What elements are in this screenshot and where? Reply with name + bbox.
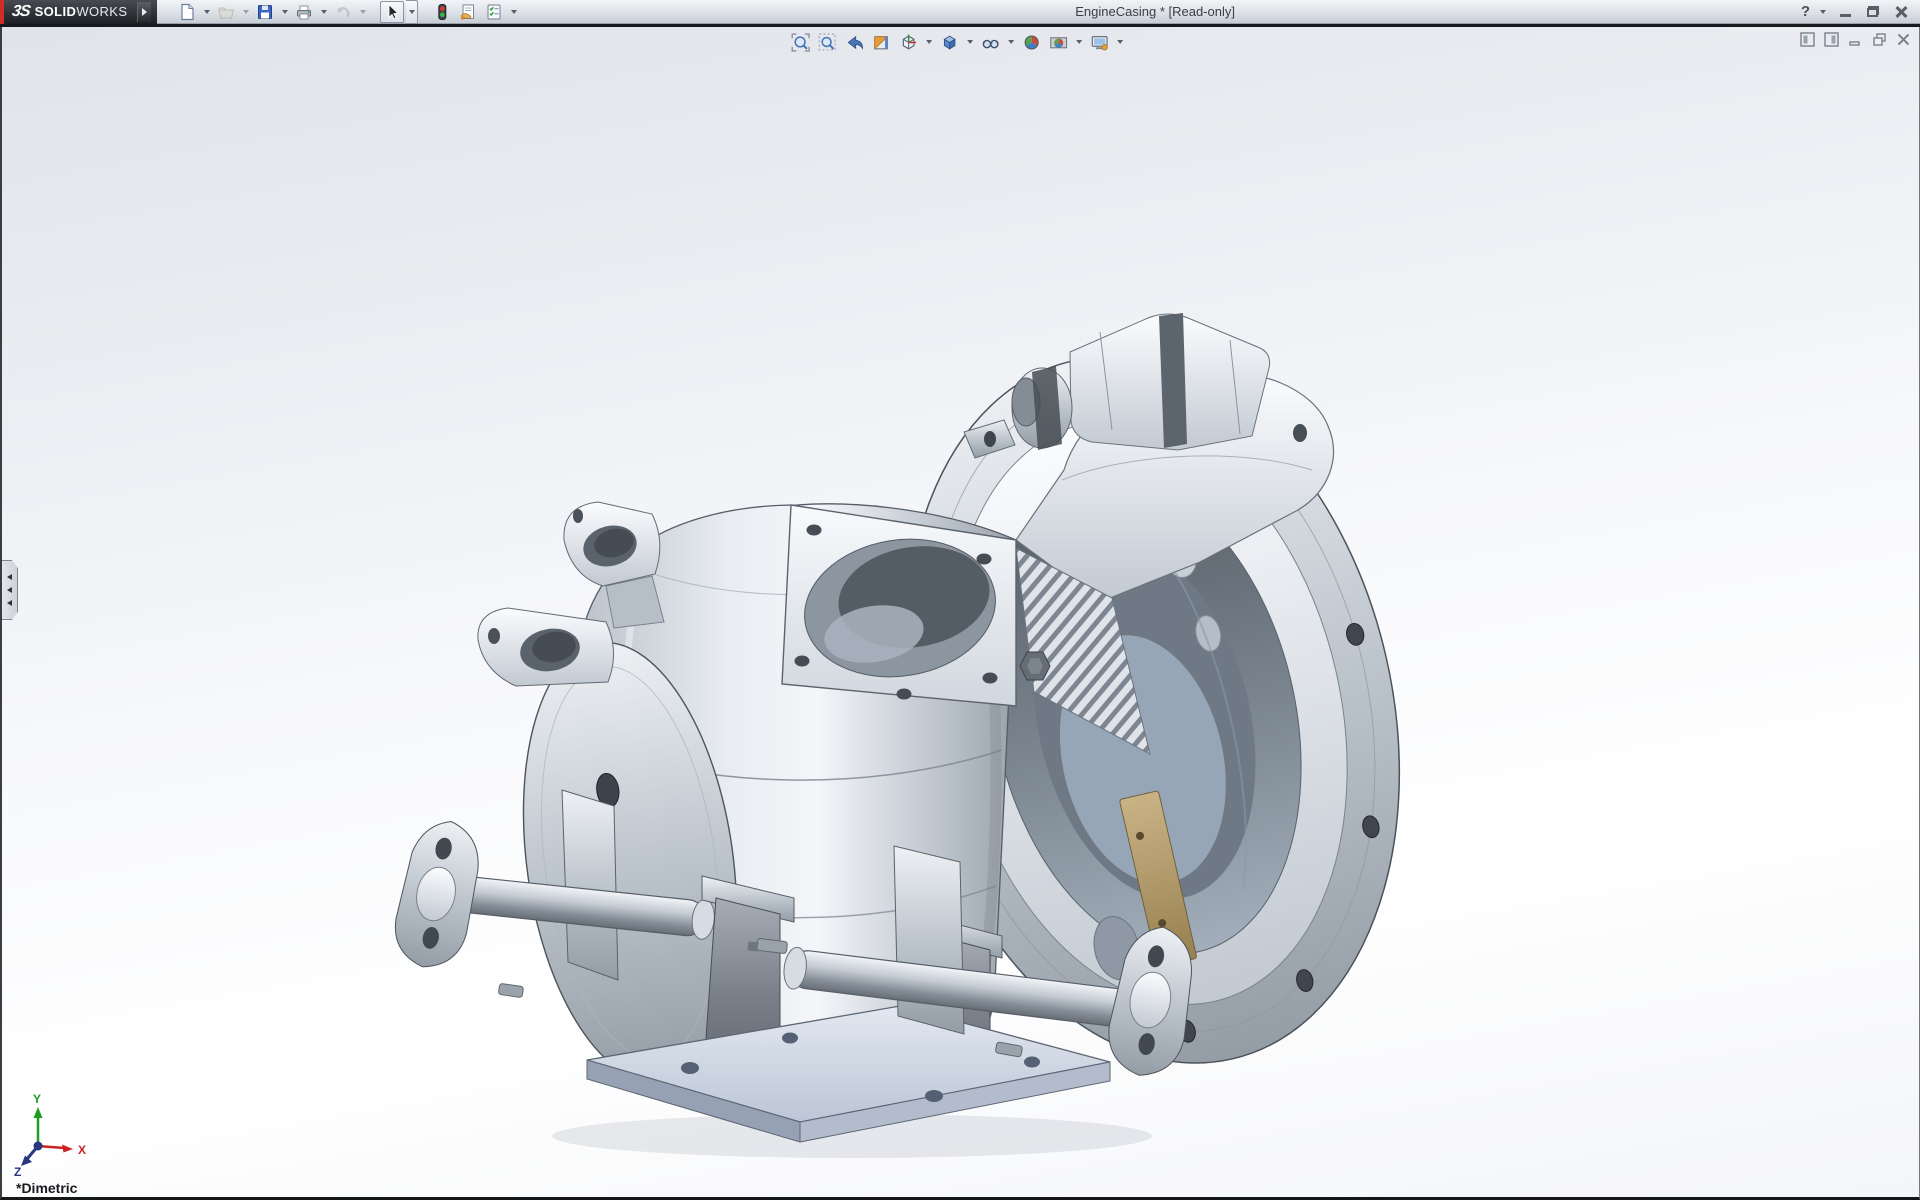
zoom-to-area-button[interactable] <box>817 31 839 53</box>
new-dropdown[interactable] <box>201 1 212 23</box>
new-document-icon <box>178 3 196 21</box>
expand-left-arrow-icon <box>7 587 12 593</box>
triad-x-label: X <box>78 1143 86 1157</box>
apply-scene-button[interactable] <box>1048 31 1070 53</box>
engine-casing-model[interactable]: Y X Z <box>2 27 1920 1200</box>
file-properties-icon <box>459 3 477 21</box>
options-checklist-icon <box>485 3 503 21</box>
view-settings-icon <box>1090 33 1109 52</box>
hide-show-items-button[interactable] <box>980 31 1002 53</box>
zoom-to-fit-button[interactable] <box>790 31 812 53</box>
feature-manager-collapsed-tab[interactable] <box>2 560 18 620</box>
print-button[interactable] <box>292 1 316 23</box>
feature-pane-right-button[interactable] <box>1824 32 1839 47</box>
previous-view-icon <box>845 33 864 52</box>
reference-triad: Y X Z <box>14 1092 86 1179</box>
view-settings-dropdown[interactable] <box>1116 40 1125 44</box>
heads-up-toolbar <box>790 31 1125 53</box>
zoom-to-area-icon <box>818 33 837 52</box>
feature-pane-left-button[interactable] <box>1800 32 1815 47</box>
minimize-button[interactable] <box>1836 4 1854 20</box>
open-dropdown[interactable] <box>240 1 251 23</box>
solidworks-window: 3S SOLID WORKS <box>0 0 1920 1200</box>
rebuild-traffic-light-icon <box>433 3 451 21</box>
expand-left-arrow-icon <box>7 574 12 580</box>
view-orientation-dropdown[interactable] <box>925 40 934 44</box>
appearance-sphere-icon <box>1022 33 1041 52</box>
brand-3s-icon: 3S <box>11 3 31 21</box>
file-properties-button[interactable] <box>456 1 480 23</box>
save-floppy-icon <box>256 3 274 21</box>
pane-left-icon <box>1800 32 1815 47</box>
expand-arrow-icon <box>142 8 147 16</box>
help-button[interactable]: ? <box>1801 4 1810 19</box>
undo-icon <box>334 3 352 21</box>
section-view-button[interactable] <box>871 31 893 53</box>
minimize-document-button[interactable] <box>1848 32 1863 47</box>
view-orientation-label: *Dimetric <box>16 1180 77 1196</box>
print-dropdown[interactable] <box>318 1 329 23</box>
save-button[interactable] <box>253 1 277 23</box>
undo-dropdown[interactable] <box>357 1 368 23</box>
expand-left-arrow-icon <box>7 600 12 606</box>
hex-bolt[interactable] <box>1020 652 1050 680</box>
save-dropdown[interactable] <box>279 1 290 23</box>
top-bracket[interactable] <box>964 313 1270 458</box>
new-document-button[interactable] <box>175 1 199 23</box>
display-style-button[interactable] <box>939 31 961 53</box>
print-icon <box>295 3 313 21</box>
apply-scene-dropdown[interactable] <box>1075 40 1084 44</box>
previous-view-button[interactable] <box>844 31 866 53</box>
undo-button[interactable] <box>331 1 355 23</box>
select-dropdown[interactable] <box>406 0 418 24</box>
select-tool-button[interactable] <box>380 1 404 23</box>
edit-appearance-button[interactable] <box>1021 31 1043 53</box>
main-toolbar <box>175 0 519 24</box>
document-window-controls <box>1800 32 1911 47</box>
triad-z-label: Z <box>14 1165 21 1179</box>
display-style-dropdown[interactable] <box>966 40 975 44</box>
help-dropdown-caret[interactable] <box>1820 10 1826 14</box>
zoom-to-fit-icon <box>791 33 810 52</box>
close-document-button[interactable] <box>1896 32 1911 47</box>
view-orientation-button[interactable] <box>898 31 920 53</box>
titlebar: 3S SOLID WORKS <box>0 0 1920 24</box>
solidworks-menu-logo[interactable]: 3S SOLID WORKS <box>0 0 157 24</box>
open-folder-icon <box>217 3 235 21</box>
pane-right-icon <box>1824 32 1839 47</box>
display-style-icon <box>940 33 959 52</box>
doc-close-icon <box>1896 32 1911 47</box>
brand-name-bold: SOLID <box>35 4 77 19</box>
window-controls: ? <box>1801 4 1920 20</box>
doc-minimize-icon <box>1848 32 1863 47</box>
view-settings-button[interactable] <box>1089 31 1111 53</box>
options-button[interactable] <box>482 1 506 23</box>
restore-button[interactable] <box>1864 4 1882 20</box>
graphics-viewport[interactable]: Y X Z <box>0 27 1920 1200</box>
rebuild-button[interactable] <box>430 1 454 23</box>
document-title: EngineCasing * [Read-only] <box>519 4 1790 19</box>
brand-name-light: WORKS <box>76 4 127 19</box>
open-document-button[interactable] <box>214 1 238 23</box>
view-orientation-icon <box>899 33 918 52</box>
eyeglasses-icon <box>981 33 1000 52</box>
section-view-icon <box>872 33 891 52</box>
menu-expand-button[interactable] <box>137 2 151 22</box>
triad-y-label: Y <box>33 1092 41 1106</box>
select-cursor-icon <box>383 3 401 21</box>
apply-scene-icon <box>1049 33 1068 52</box>
options-dropdown[interactable] <box>508 1 519 23</box>
doc-restore-icon <box>1872 32 1887 47</box>
restore-document-button[interactable] <box>1872 32 1887 47</box>
close-button[interactable] <box>1892 4 1910 20</box>
brand-red-strip <box>0 0 4 24</box>
hide-show-items-dropdown[interactable] <box>1007 40 1016 44</box>
cylinder-flange[interactable] <box>782 505 1016 706</box>
